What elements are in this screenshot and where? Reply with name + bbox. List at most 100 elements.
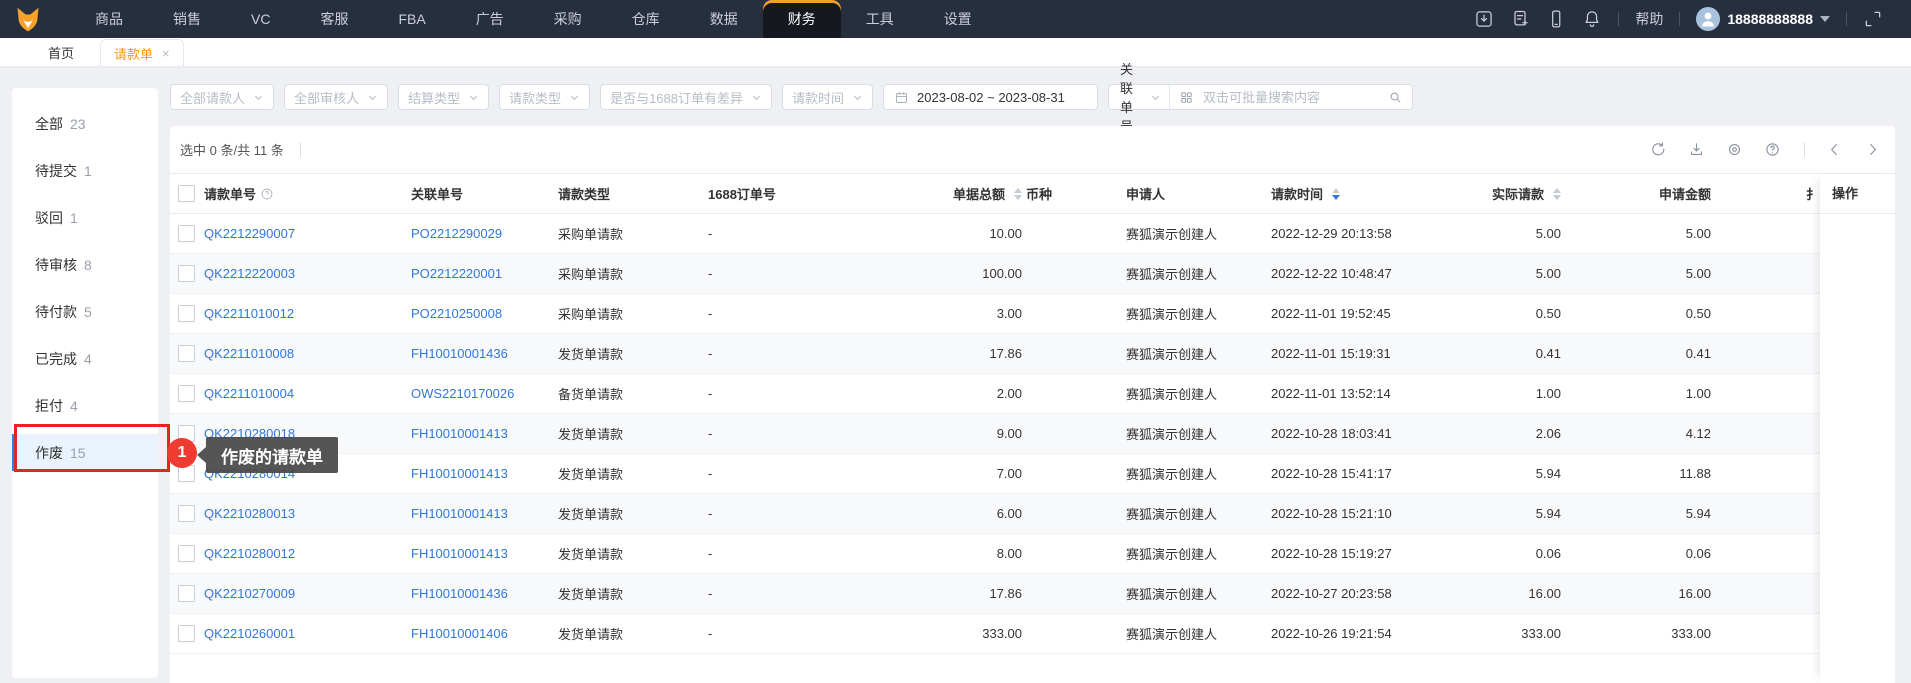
nav-menu-item[interactable]: 工具 [841, 0, 919, 38]
payment-request-no-link[interactable]: QK2211010004 [204, 386, 294, 401]
payment-request-no-link[interactable]: QK2212290007 [204, 226, 295, 241]
question-circle-icon[interactable] [260, 187, 274, 201]
nav-menu-item[interactable]: FBA [373, 0, 450, 38]
settings-icon[interactable] [1726, 141, 1743, 158]
table-row[interactable]: QK2210270009 FH10010001436 发货单请款 - 17.86… [170, 574, 1895, 614]
row-checkbox[interactable] [178, 225, 195, 243]
order-1688: - [708, 386, 713, 401]
help-circle-icon[interactable] [1764, 141, 1781, 158]
sidebar-status-item[interactable]: 全部 23 [12, 100, 158, 147]
row-checkbox[interactable] [178, 305, 195, 323]
search-input[interactable] [1201, 88, 1381, 106]
nav-menu-item[interactable]: 销售 [148, 0, 226, 38]
row-checkbox[interactable] [178, 585, 195, 603]
related-order-no-link[interactable]: FH10010001413 [411, 546, 508, 561]
sidebar-status-item[interactable]: 作废 15 [12, 429, 158, 476]
sidebar-status-item[interactable]: 待提交 1 [12, 147, 158, 194]
nav-menu-item[interactable]: 采购 [529, 0, 607, 38]
applied-amount: 5.00 [1685, 226, 1711, 241]
payment-request-no-link[interactable]: QK2210280012 [204, 546, 295, 561]
related-order-no-link[interactable]: FH10010001413 [411, 506, 508, 521]
table-row[interactable]: QK2210260001 FH10010001406 发货单请款 - 333.0… [170, 614, 1895, 654]
filter-select[interactable]: 结算类型 [398, 84, 490, 110]
nav-menu-item[interactable]: 财务 [762, 0, 841, 38]
payment-request-no-link[interactable]: QK2210280013 [204, 506, 295, 521]
mobile-icon[interactable] [1546, 9, 1566, 29]
table-row[interactable]: QK2211010012 PO2210250008 采购单请款 - 3.00 赛… [170, 294, 1895, 334]
col-request-time-sort[interactable]: 请款时间 [1271, 184, 1341, 203]
sidebar-status-item[interactable]: 待审核 8 [12, 241, 158, 288]
download-box-icon[interactable] [1474, 9, 1494, 29]
col-actual-amount-sort[interactable]: 实际请款 [1492, 184, 1561, 203]
filter-select[interactable]: 请款类型 [499, 84, 591, 110]
related-order-no-link[interactable]: PO2212290029 [411, 226, 502, 241]
fullscreen-icon[interactable] [1863, 9, 1883, 29]
nav-menu-item[interactable]: 仓库 [607, 0, 685, 38]
order-no-type-select[interactable]: 关联单号 [1109, 62, 1170, 134]
page-prev-icon[interactable] [1826, 141, 1843, 158]
tab-payment-request[interactable]: 请款单 × [100, 39, 184, 66]
sidebar-status-item[interactable]: 拒付 4 [12, 382, 158, 429]
row-checkbox[interactable] [178, 265, 195, 283]
row-checkbox[interactable] [178, 385, 195, 403]
related-order-no-link[interactable]: FH10010001406 [411, 626, 508, 641]
related-order-no-link[interactable]: OWS2210170026 [411, 386, 514, 401]
divider [299, 142, 301, 157]
filter-select[interactable]: 是否与1688订单有差异 [600, 84, 772, 110]
table-row[interactable]: QK2210280018 FH10010001413 发货单请款 - 9.00 … [170, 414, 1895, 454]
table-row[interactable]: QK2210280012 FH10010001413 发货单请款 - 8.00 … [170, 534, 1895, 574]
nav-menu-item[interactable]: VC [226, 0, 295, 38]
user-menu[interactable]: 18888888888 [1696, 7, 1830, 31]
order-1688: - [708, 266, 713, 281]
brand-fox-logo[interactable] [0, 0, 56, 38]
nav-menu-item[interactable]: 设置 [919, 0, 997, 38]
tab-home[interactable]: 首页 [48, 43, 74, 62]
table-row[interactable]: QK2211010008 FH10010001436 发货单请款 - 17.86… [170, 334, 1895, 374]
filter-select[interactable]: 全部请款人 [170, 84, 275, 110]
nav-menu-item[interactable]: 数据 [685, 0, 763, 38]
row-checkbox[interactable] [178, 625, 195, 643]
sidebar-status-item[interactable]: 驳回 1 [12, 194, 158, 241]
payment-request-no-link[interactable]: QK2212220003 [204, 266, 295, 281]
download-icon[interactable] [1688, 141, 1705, 158]
filter-select-label: 全部审核人 [294, 90, 360, 106]
table-row[interactable]: QK2210280014 FH10010001413 发货单请款 - 7.00 … [170, 454, 1895, 494]
avatar [1696, 7, 1721, 31]
help-link[interactable]: 帮助 [1635, 9, 1663, 29]
date-range-picker[interactable]: 2023-08-02 ~ 2023-08-31 [883, 84, 1098, 110]
related-order-no-link[interactable]: FH10010001413 [411, 426, 508, 441]
applied-amount: 11.88 [1679, 466, 1711, 481]
table-row[interactable]: QK2212220003 PO2212220001 采购单请款 - 100.00… [170, 254, 1895, 294]
related-order-no-link[interactable]: FH10010001436 [411, 346, 508, 361]
payment-request-no-link[interactable]: QK2210270009 [204, 586, 295, 601]
nav-menu-item[interactable]: 客服 [295, 0, 373, 38]
nav-menu-item[interactable]: 商品 [70, 0, 148, 38]
related-order-no-link[interactable]: FH10010001436 [411, 586, 508, 601]
col-doc-total-sort[interactable]: 单据总额 [953, 184, 1022, 203]
payment-request-no-link[interactable]: QK2211010012 [204, 306, 294, 321]
row-checkbox[interactable] [178, 345, 195, 363]
nav-menu-item[interactable]: 广告 [451, 0, 529, 38]
refresh-icon[interactable] [1650, 141, 1667, 158]
row-checkbox[interactable] [178, 505, 195, 523]
sidebar-status-item[interactable]: 待付款 5 [12, 288, 158, 335]
payment-request-no-link[interactable]: QK2210260001 [204, 626, 295, 641]
filter-select[interactable]: 全部审核人 [284, 84, 389, 110]
filter-select[interactable]: 请款时间 [781, 84, 873, 110]
table-row[interactable]: QK2211010004 OWS2210170026 备货单请款 - 2.00 … [170, 374, 1895, 414]
related-order-no-link[interactable]: PO2212220001 [411, 266, 502, 281]
col-order-1688: 1688订单号 [708, 187, 776, 202]
related-order-no-link[interactable]: FH10010001413 [411, 466, 508, 481]
bell-icon[interactable] [1582, 9, 1602, 29]
select-all-checkbox[interactable] [178, 185, 195, 203]
row-checkbox[interactable] [178, 545, 195, 563]
payment-request-no-link[interactable]: QK2211010008 [204, 346, 294, 361]
table-row[interactable]: QK2210280013 FH10010001413 发货单请款 - 6.00 … [170, 494, 1895, 534]
close-icon[interactable]: × [162, 47, 170, 60]
magnifier-icon[interactable] [1388, 90, 1403, 105]
page-next-icon[interactable] [1864, 141, 1881, 158]
doc-feedback-icon[interactable] [1510, 9, 1530, 29]
table-row[interactable]: QK2212290007 PO2212290029 采购单请款 - 10.00 … [170, 214, 1895, 254]
related-order-no-link[interactable]: PO2210250008 [411, 306, 502, 321]
sidebar-status-item[interactable]: 已完成 4 [12, 335, 158, 382]
